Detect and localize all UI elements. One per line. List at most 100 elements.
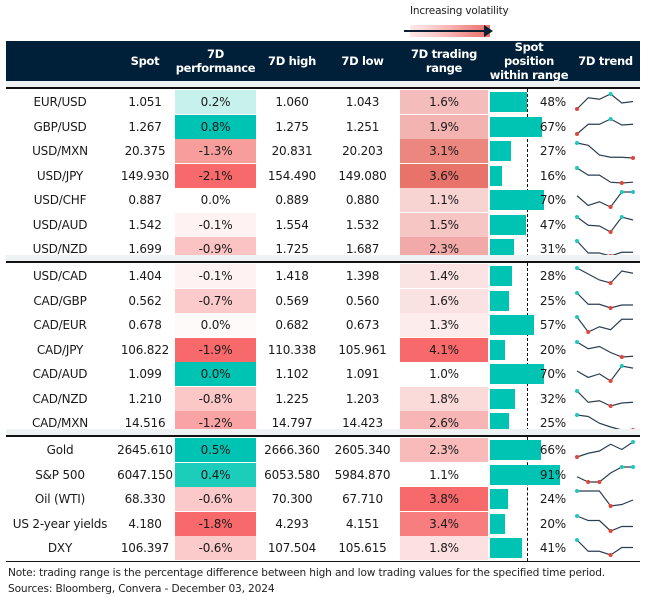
position-bar: [490, 339, 506, 360]
trend-cell: [571, 313, 640, 337]
section-rule: [6, 261, 640, 263]
trend-cell: [571, 338, 640, 362]
trend-line: [576, 514, 633, 532]
performance-value: -0.7%: [175, 288, 256, 313]
trend-low-marker: [608, 281, 613, 285]
table-row: DXY 106.397 -0.6% 107.504 105.615 1.8% 41%: [6, 536, 640, 560]
table-row: US 2-year yields 4.180 -1.8% 4.293 4.151 3.4%…: [6, 511, 640, 536]
trend-sparkline: [575, 538, 633, 557]
table-row: CAD/JPY 106.822 -1.9% 110.338 105.961 4.1% 20%: [6, 337, 640, 362]
spot-value: 106.397: [120, 541, 170, 555]
position-percent: 47%: [539, 217, 566, 232]
trend-cell: [571, 387, 640, 411]
position-percent: 48%: [539, 95, 566, 109]
position-bar: [490, 440, 541, 460]
trend-sparkline: [575, 141, 635, 160]
trend-high-marker: [631, 190, 635, 194]
performance-value: 0.0%: [175, 362, 256, 386]
section-rule: [6, 435, 640, 437]
trend-cell: [571, 164, 640, 188]
high-value: 70.300: [271, 492, 313, 506]
trend-high-marker: [575, 513, 579, 518]
spot-position-cell: 20%: [488, 338, 570, 362]
trend-high-marker: [575, 239, 579, 243]
trend-cell: [571, 139, 640, 163]
trend-sparkline: [576, 464, 635, 484]
trend-line: [576, 390, 634, 407]
position-percent: 32%: [539, 391, 566, 406]
arrowhead-icon: [484, 25, 493, 37]
trend-line: [576, 142, 634, 159]
trend-sparkline: [575, 266, 634, 285]
trend-sparkline: [576, 190, 635, 209]
spot-position-cell: 57%: [488, 313, 570, 337]
high-value: 1.554: [275, 217, 309, 232]
spot-value: 1.267: [128, 119, 162, 134]
table-header: Spot 7D performance 7D high 7D low 7D tra…: [6, 40, 640, 82]
spot-value: 20.375: [124, 144, 166, 158]
trend-sparkline: [576, 364, 634, 383]
high-value: 4.293: [275, 516, 309, 531]
trend-sparkline: [575, 165, 634, 185]
low-value: 67.710: [342, 492, 383, 506]
performance-value: -1.8%: [175, 511, 256, 536]
trading-range-value: 1.5%: [400, 212, 488, 237]
trading-range-value: 1.3%: [400, 313, 488, 337]
high-value: 1.102: [275, 367, 309, 381]
spot-value: 68.330: [124, 492, 166, 506]
trading-range-value: 1.9%: [400, 114, 488, 139]
high-value: 154.490: [267, 168, 317, 183]
low-value: 1.251: [345, 119, 380, 134]
spot-value: 1.210: [128, 391, 162, 406]
position-percent: 25%: [539, 293, 566, 308]
volatility-legend-label: Increasing volatility: [410, 5, 509, 17]
trend-sparkline: [575, 388, 634, 408]
trend-cell: [571, 463, 640, 487]
table-row: S&P 500 6047.150 0.4% 6053.580 5984.870 1.1% 9…: [6, 462, 640, 487]
table-row: CAD/NZD 1.210 -0.8% 1.225 1.203 1.8% 32%: [6, 386, 640, 411]
performance-value: 0.2%: [175, 90, 256, 114]
trend-sparkline: [575, 440, 635, 459]
trend-line: [576, 117, 634, 134]
trend-low-marker: [586, 330, 591, 334]
trend-high-marker: [619, 364, 624, 368]
trading-range-value: 3.1%: [400, 139, 488, 163]
trend-cell: [571, 90, 640, 114]
spot-value: 0.562: [128, 293, 162, 308]
instrument-name: USD/MXN: [32, 144, 88, 158]
performance-value: -0.1%: [175, 264, 256, 288]
trading-range-value: 4.1%: [400, 337, 488, 362]
trading-range-value: 3.6%: [400, 163, 488, 188]
position-bar: [490, 92, 527, 112]
trend-low-marker: [608, 528, 613, 533]
high-value: 1.275: [275, 119, 309, 134]
spot-position-cell: 32%: [488, 387, 570, 411]
instrument-name: CAD/JPY: [36, 342, 84, 357]
volatility-legend: Increasing volatility: [402, 4, 522, 38]
spot-position-cell: 48%: [488, 90, 570, 114]
trend-sparkline: [575, 116, 634, 136]
instrument-name: USD/AUD: [32, 217, 88, 232]
table-row: Gold 2645.610 0.5% 2666.360 2605.340 2.3% 66%: [6, 438, 640, 462]
trading-range-value: 1.8%: [400, 536, 488, 560]
position-percent: 16%: [539, 168, 566, 183]
trend-line: [576, 441, 634, 458]
trend-low-marker: [608, 403, 613, 408]
low-value: 0.560: [345, 293, 380, 308]
trend-cell: [571, 512, 640, 536]
trend-line: [576, 267, 634, 284]
header-7d-performance: 7D performance: [175, 47, 256, 75]
trend-sparkline: [575, 290, 633, 310]
low-value: 20.203: [342, 144, 383, 158]
trend-cell: [571, 536, 640, 560]
position-percent: 27%: [539, 144, 566, 158]
performance-value: 0.0%: [175, 188, 256, 212]
position-percent: 91%: [539, 467, 566, 482]
trend-low-marker: [608, 379, 613, 383]
trend-high-marker: [575, 165, 579, 170]
spot-position-cell: 24%: [488, 487, 570, 511]
performance-value: -0.6%: [175, 536, 256, 560]
trend-low-marker: [619, 354, 624, 359]
trend-high-marker: [575, 538, 579, 542]
trend-line: [576, 539, 633, 556]
